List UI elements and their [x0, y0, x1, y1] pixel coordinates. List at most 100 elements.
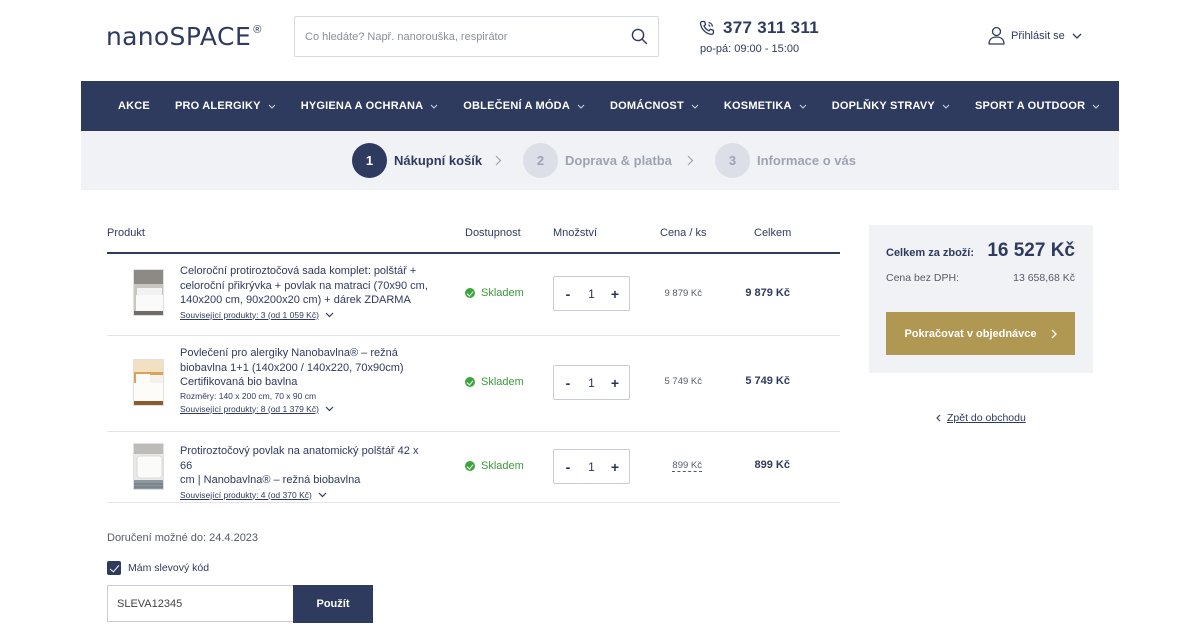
decrease-button[interactable]: -	[563, 375, 573, 391]
product-info: Celoroční protiroztočová sada komplet: p…	[180, 264, 430, 322]
product-name[interactable]: Protiroztočový povlak na anatomický polš…	[180, 444, 430, 488]
chevron-right-icon	[687, 155, 694, 166]
product-image[interactable]	[133, 269, 164, 316]
product-image[interactable]	[133, 359, 164, 406]
goods-total-label: Celkem za zboží:	[886, 247, 975, 259]
quantity-stepper: - 1 +	[553, 449, 630, 484]
related-products-label: Související produkty: 3 (od 1 059 Kč)	[180, 309, 319, 320]
step-label: Doprava & platba	[565, 153, 672, 168]
related-products-toggle[interactable]: Související produkty: 8 (od 1 379 Kč)	[180, 402, 334, 417]
logo[interactable]: nano SPACE ®	[106, 22, 261, 54]
nav-item-hygiena-a-ochrana[interactable]: HYGIENA A OCHRANA	[301, 100, 439, 112]
related-products-label: Související produkty: 4 (od 370 Kč)	[180, 489, 312, 500]
product-image[interactable]	[133, 443, 164, 490]
order-summary: Celkem za zboží: 16 527 Kč Cena bez DPH:…	[869, 225, 1093, 373]
step-label: Informace o vás	[757, 153, 856, 168]
step-number: 1	[352, 143, 387, 178]
apply-code-button[interactable]: Použít	[293, 585, 373, 623]
step-cart[interactable]: 1 Nákupní košík	[352, 143, 482, 178]
product-info: Protiroztočový povlak na anatomický polš…	[180, 444, 430, 502]
logo-space: SPACE	[169, 22, 252, 51]
nav-item-kosmetika[interactable]: KOSMETIKA	[724, 100, 807, 112]
chevron-down-icon	[799, 104, 807, 109]
discount-code-checkbox[interactable]	[107, 561, 121, 575]
decrease-button[interactable]: -	[563, 459, 573, 475]
row-total: 899 Kč	[754, 459, 790, 471]
increase-button[interactable]: +	[610, 459, 620, 475]
column-header-quantity: Množství	[553, 227, 598, 239]
nav-item-domacnost[interactable]: DOMÁCNOST	[610, 100, 699, 112]
chevron-down-icon	[325, 312, 334, 318]
continue-order-label: Pokračovat v objednávce	[904, 327, 1037, 340]
related-products-label: Související produkty: 8 (od 1 379 Kč)	[180, 403, 319, 414]
product-name-line: 140x200 cm, 90x200x20 cm) + dárek ZDARMA	[180, 294, 411, 306]
price-without-vat-label: Cena bez DPH:	[886, 272, 959, 284]
availability-status: Skladem	[465, 460, 524, 472]
step-label: Nákupní košík	[394, 153, 483, 168]
product-name-line: biobavlna 1+1 (140x200 / 140x220, 70x90c…	[180, 361, 404, 374]
availability-status: Skladem	[465, 287, 524, 299]
goods-total-value: 16 527 Kč	[987, 240, 1075, 261]
user-icon	[988, 26, 1005, 45]
search-button[interactable]	[620, 17, 658, 56]
login-label: Přihlásit se	[1011, 29, 1065, 42]
step-customer-info[interactable]: 3 Informace o vás	[715, 143, 856, 178]
unit-price: 5 749 Kč	[664, 376, 703, 387]
chevron-left-icon	[936, 414, 941, 422]
unit-price: 899 Kč	[672, 460, 702, 472]
product-name-line: Certifikovaná bio bavlna	[180, 376, 298, 388]
nav-item-label: PRO ALERGIKY	[174, 100, 261, 112]
nav-item-doplnky-stravy[interactable]: DOPLŇKY STRAVY	[832, 100, 950, 112]
back-to-shop-link[interactable]: Zpět do obchodu	[936, 412, 1026, 424]
quantity-value[interactable]: 1	[588, 376, 595, 390]
chevron-down-icon	[325, 406, 334, 412]
back-to-shop-label: Zpět do obchodu	[947, 412, 1026, 424]
nav-item-akce[interactable]: AKCE	[118, 100, 150, 112]
increase-button[interactable]: +	[610, 286, 620, 302]
product-name[interactable]: Celoroční protiroztočová sada komplet: p…	[180, 264, 430, 308]
main-nav: AKCE PRO ALERGIKY HYGIENA A OCHRANA OBLE…	[81, 81, 1119, 131]
product-name-line: Celoroční protiroztočová sada komplet: p…	[180, 265, 417, 277]
quantity-value[interactable]: 1	[588, 460, 595, 474]
related-products-toggle[interactable]: Související produkty: 3 (od 1 059 Kč)	[180, 308, 334, 323]
login-menu[interactable]: Přihlásit se	[988, 26, 1082, 45]
table-row: Celoroční protiroztočová sada komplet: p…	[107, 253, 840, 335]
product-name-line: celoroční přikrývka + povlak na matraci …	[180, 279, 428, 292]
nav-item-sport-a-outdoor[interactable]: SPORT A OUTDOOR	[975, 100, 1100, 112]
nav-item-obleceni-a-moda[interactable]: OBLEČENÍ A MÓDA	[463, 100, 585, 112]
step-number: 3	[715, 143, 750, 178]
product-name-line: Protiroztočový povlak na anatomický polš…	[180, 445, 419, 472]
nav-item-pro-alergiky[interactable]: PRO ALERGIKY	[175, 100, 276, 112]
step-shipping-payment[interactable]: 2 Doprava & platba	[523, 143, 672, 178]
discount-code-input[interactable]	[107, 585, 293, 622]
column-header-availability: Dostupnost	[465, 227, 521, 239]
quantity-value[interactable]: 1	[588, 287, 595, 301]
chevron-down-icon	[430, 104, 438, 109]
search-box	[294, 16, 659, 57]
chevron-down-icon	[1072, 33, 1082, 39]
related-products-toggle[interactable]: Související produkty: 4 (od 370 Kč)	[180, 488, 327, 503]
product-name-line: Povlečení pro alergiky Nanobavlna® – rež…	[180, 347, 398, 359]
chevron-down-icon	[268, 104, 276, 109]
availability-label: Skladem	[481, 460, 524, 472]
continue-order-button[interactable]: Pokračovat v objednávce	[886, 312, 1075, 355]
phone-number: 377 311 311	[723, 18, 819, 37]
column-header-total: Celkem	[754, 227, 792, 239]
quantity-stepper: - 1 +	[553, 365, 630, 400]
phone-link[interactable]: 377 311 311	[699, 18, 819, 38]
unit-price: 9 879 Kč	[664, 288, 703, 299]
delivery-date: Doručení možné do: 24.4.2023	[107, 532, 259, 544]
increase-button[interactable]: +	[610, 375, 620, 391]
product-name[interactable]: Povlečení pro alergiky Nanobavlna® – rež…	[180, 346, 430, 390]
product-name-line: cm | Nanobavlna® – režná biobavlna	[180, 474, 361, 486]
price-without-vat-value: 13 658,68 Kč	[1013, 272, 1075, 284]
step-number: 2	[523, 143, 558, 178]
contact: 377 311 311 po-pá: 09:00 - 15:00	[699, 18, 819, 55]
quantity-stepper: - 1 +	[553, 276, 630, 311]
table-row: Protiroztočový povlak na anatomický polš…	[107, 432, 840, 502]
discount-code-checkbox-label[interactable]: Mám slevový kód	[128, 562, 209, 574]
row-divider	[107, 502, 840, 503]
row-total: 5 749 Kč	[745, 375, 790, 387]
decrease-button[interactable]: -	[563, 286, 573, 302]
search-input[interactable]	[295, 17, 620, 56]
